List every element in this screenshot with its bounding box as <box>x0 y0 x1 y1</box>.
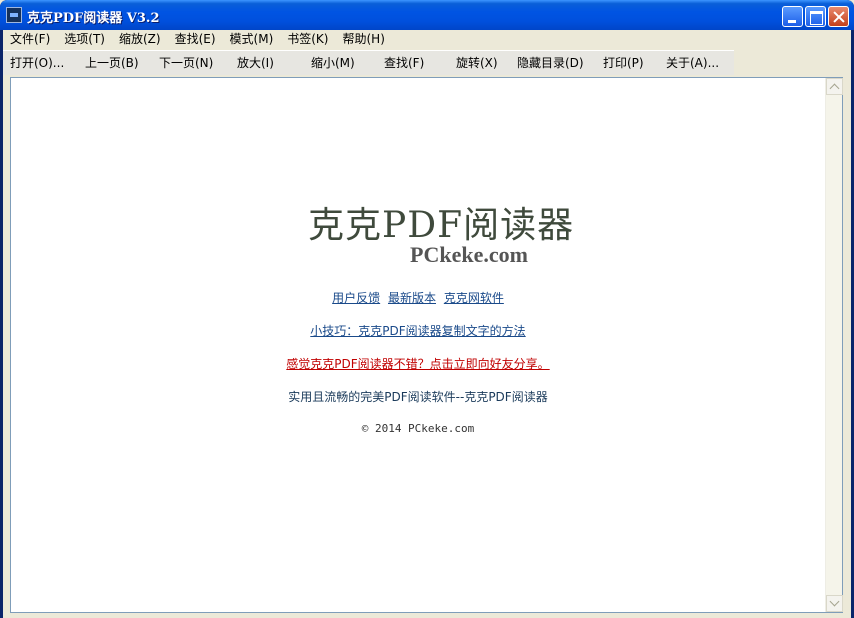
share-link[interactable]: 感觉克克PDF阅读器不错？点击立即向好友分享。 <box>11 355 825 372</box>
window-body: 文件(F) 选项(T) 缩放(Z) 查找(E) 模式(M) 书签(K) 帮助(H… <box>3 30 851 618</box>
zoom-out-button[interactable]: 缩小(M) <box>311 51 355 75</box>
menu-file[interactable]: 文件(F) <box>3 30 57 49</box>
app-window: 克克PDF阅读器 V3.2 文件(F) 选项(T) 缩放(Z) 查找(E) 模式… <box>0 0 854 618</box>
app-icon[interactable] <box>6 7 22 23</box>
about-button[interactable]: 关于(A)... <box>666 51 719 75</box>
close-icon <box>829 7 848 26</box>
chevron-down-icon <box>829 596 840 607</box>
tagline: 实用且流畅的完美PDF阅读软件--克克PDF阅读器 <box>288 390 548 404</box>
window-title: 克克PDF阅读器 V3.2 <box>27 11 160 26</box>
links-row: 用户反馈 最新版本 克克网软件 <box>11 289 825 306</box>
hide-toc-button[interactable]: 隐藏目录(D) <box>517 51 584 75</box>
document-view[interactable]: 克克PDF阅读器 PCkeke.com 用户反馈 最新版本 克克网软件 小技巧：… <box>10 77 843 613</box>
logo-subtitle: PCkeke.com <box>410 242 528 267</box>
menu-zoom[interactable]: 缩放(Z) <box>112 30 168 49</box>
find-button[interactable]: 查找(F) <box>384 51 424 75</box>
scroll-up-button[interactable] <box>826 78 843 95</box>
toolbar: 打开(O)... 上一页(B) 下一页(N) 放大(I) 缩小(M) 查找(F)… <box>3 50 734 75</box>
maximize-icon <box>806 7 825 26</box>
menu-options[interactable]: 选项(T) <box>57 30 112 49</box>
tip-link[interactable]: 小技巧：克克PDF阅读器复制文字的方法 <box>11 322 825 339</box>
close-button[interactable] <box>828 6 849 27</box>
next-page-button[interactable]: 下一页(N) <box>159 51 213 75</box>
chevron-up-icon <box>829 83 840 94</box>
scroll-down-button[interactable] <box>826 595 843 612</box>
vertical-scrollbar[interactable] <box>825 78 843 612</box>
zoom-in-button[interactable]: 放大(I) <box>237 51 274 75</box>
maximize-button[interactable] <box>805 6 826 27</box>
menu-help[interactable]: 帮助(H) <box>335 30 391 49</box>
copyright: © 2014 PCkeke.com <box>361 422 475 435</box>
minimize-icon <box>783 7 802 26</box>
kk-software-link[interactable]: 克克网软件 <box>444 291 504 305</box>
title-bar[interactable]: 克克PDF阅读器 V3.2 <box>0 0 854 30</box>
menu-mode[interactable]: 模式(M) <box>223 30 281 49</box>
latest-version-link[interactable]: 最新版本 <box>388 291 436 305</box>
feedback-link[interactable]: 用户反馈 <box>332 291 380 305</box>
menu-bar: 文件(F) 选项(T) 缩放(Z) 查找(E) 模式(M) 书签(K) 帮助(H… <box>3 30 851 49</box>
menu-bookmarks[interactable]: 书签(K) <box>280 30 335 49</box>
print-button[interactable]: 打印(P) <box>603 51 644 75</box>
prev-page-button[interactable]: 上一页(B) <box>85 51 139 75</box>
open-button[interactable]: 打开(O)... <box>10 51 64 75</box>
rotate-button[interactable]: 旋转(X) <box>456 51 498 75</box>
logo-title: 克克PDF阅读器 <box>308 205 575 246</box>
menu-find[interactable]: 查找(E) <box>168 30 223 49</box>
minimize-button[interactable] <box>782 6 803 27</box>
